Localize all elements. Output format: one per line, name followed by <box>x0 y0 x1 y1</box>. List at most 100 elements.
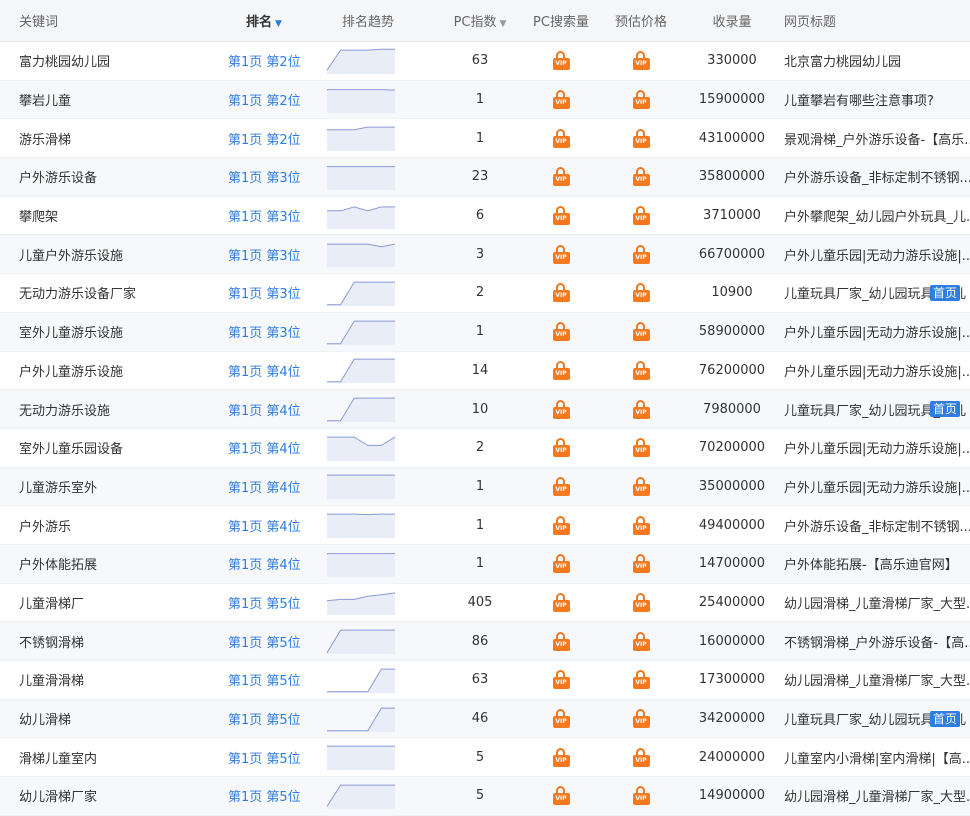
rank-link[interactable]: 第1页 第3位 <box>210 167 320 186</box>
vip-lock-icon[interactable]: VIP <box>632 747 650 767</box>
page-title-cell[interactable]: 儿童攀岩有哪些注意事项? <box>774 90 970 109</box>
vip-lock-icon[interactable]: VIP <box>552 515 570 535</box>
vip-label: VIP <box>552 406 570 419</box>
page-title-cell[interactable]: 户外儿童乐园|无动力游乐设施|... <box>774 361 970 380</box>
rank-link[interactable]: 第1页 第5位 <box>210 709 320 728</box>
page-title-cell[interactable]: 幼儿园滑梯_儿童滑梯厂家_大型... <box>774 593 970 612</box>
page-title-cell[interactable]: 幼儿园滑梯_儿童滑梯厂家_大型... <box>774 786 970 805</box>
vip-lock-icon[interactable]: VIP <box>632 244 650 264</box>
vip-label: VIP <box>552 251 570 264</box>
vip-lock-icon[interactable]: VIP <box>632 167 650 187</box>
vip-lock-icon[interactable]: VIP <box>552 167 570 187</box>
price-cell: VIP <box>592 592 690 612</box>
rank-link[interactable]: 第1页 第4位 <box>210 516 320 535</box>
page-title-cell[interactable]: 景观滑梯_户外游乐设备-【高乐... <box>774 129 970 148</box>
vip-lock-icon[interactable]: VIP <box>632 51 650 71</box>
page-title-cell[interactable]: 户外攀爬架_幼儿园户外玩具_儿... <box>774 206 970 225</box>
page-title-cell[interactable]: 儿童玩具厂家_幼儿园玩具_幼儿 首页 <box>774 709 970 728</box>
vip-lock-icon[interactable]: VIP <box>632 670 650 690</box>
rank-link[interactable]: 第1页 第5位 <box>210 670 320 689</box>
rank-link[interactable]: 第1页 第3位 <box>210 283 320 302</box>
vip-lock-icon[interactable]: VIP <box>552 592 570 612</box>
rank-link[interactable]: 第1页 第2位 <box>210 90 320 109</box>
price-cell: VIP <box>592 709 690 729</box>
page-title-text: 幼儿园滑梯_儿童滑梯厂家_大型... <box>784 596 970 612</box>
page-title-cell[interactable]: 户外游乐设备_非标定制不锈钢... <box>774 167 970 186</box>
header-keyword: 关键词 <box>19 15 59 30</box>
page-title-cell[interactable]: 北京富力桃园幼儿园 <box>774 51 970 70</box>
vip-lock-icon[interactable]: VIP <box>552 244 570 264</box>
vip-lock-icon[interactable]: VIP <box>632 322 650 342</box>
vip-lock-icon[interactable]: VIP <box>552 438 570 458</box>
rank-link[interactable]: 第1页 第5位 <box>210 593 320 612</box>
vip-label: VIP <box>632 329 650 342</box>
vip-lock-icon[interactable]: VIP <box>632 515 650 535</box>
vip-label: VIP <box>552 367 570 380</box>
vip-lock-icon[interactable]: VIP <box>552 786 570 806</box>
rank-link[interactable]: 第1页 第4位 <box>210 438 320 457</box>
vip-lock-icon[interactable]: VIP <box>552 631 570 651</box>
rank-link[interactable]: 第1页 第5位 <box>210 748 320 767</box>
vip-lock-icon[interactable]: VIP <box>632 128 650 148</box>
header-pc-index-sort[interactable]: PC指数 ▼ <box>430 11 530 30</box>
rank-link[interactable]: 第1页 第5位 <box>210 786 320 805</box>
page-title-cell[interactable]: 户外游乐设备_非标定制不锈钢... <box>774 516 970 535</box>
vip-lock-icon[interactable]: VIP <box>632 631 650 651</box>
vip-lock-icon[interactable]: VIP <box>632 206 650 226</box>
page-title-cell[interactable]: 户外儿童乐园|无动力游乐设施|... <box>774 477 970 496</box>
page-title-cell[interactable]: 幼儿园滑梯_儿童滑梯厂家_大型... <box>774 670 970 689</box>
vip-lock-icon[interactable]: VIP <box>552 399 570 419</box>
vip-lock-icon[interactable]: VIP <box>552 709 570 729</box>
vip-lock-icon[interactable]: VIP <box>552 476 570 496</box>
vip-lock-icon[interactable]: VIP <box>552 670 570 690</box>
vip-lock-icon[interactable]: VIP <box>552 283 570 303</box>
vip-lock-icon[interactable]: VIP <box>552 360 570 380</box>
rank-trend-sparkline <box>326 592 396 616</box>
vip-lock-icon[interactable]: VIP <box>632 399 650 419</box>
rank-link[interactable]: 第1页 第3位 <box>210 206 320 225</box>
price-cell: VIP <box>592 283 690 303</box>
rank-link[interactable]: 第1页 第3位 <box>210 245 320 264</box>
vip-lock-icon[interactable]: VIP <box>552 51 570 71</box>
rank-link[interactable]: 第1页 第3位 <box>210 322 320 341</box>
rank-link[interactable]: 第1页 第2位 <box>210 51 320 70</box>
vip-lock-icon[interactable]: VIP <box>632 592 650 612</box>
vip-lock-icon[interactable]: VIP <box>552 206 570 226</box>
vip-lock-icon[interactable]: VIP <box>632 90 650 110</box>
vip-lock-icon[interactable]: VIP <box>632 360 650 380</box>
page-title-cell[interactable]: 儿童室内小滑梯|室内滑梯|【高... <box>774 748 970 767</box>
trend-cell <box>320 86 430 114</box>
page-title-cell[interactable]: 户外体能拓展-【高乐迪官网】 <box>774 554 970 573</box>
vip-lock-icon[interactable]: VIP <box>632 283 650 303</box>
vip-lock-icon[interactable]: VIP <box>552 747 570 767</box>
header-rank-sort[interactable]: 排名 ▼ <box>210 11 320 30</box>
rank-link[interactable]: 第1页 第5位 <box>210 632 320 651</box>
vip-lock-icon[interactable]: VIP <box>632 438 650 458</box>
vip-lock-icon[interactable]: VIP <box>552 554 570 574</box>
vip-lock-icon[interactable]: VIP <box>552 128 570 148</box>
price-cell: VIP <box>592 322 690 342</box>
vip-lock-icon[interactable]: VIP <box>552 322 570 342</box>
trend-cell <box>320 627 430 655</box>
pc-index-cell: 405 <box>467 594 493 610</box>
rank-link[interactable]: 第1页 第4位 <box>210 400 320 419</box>
price-cell: VIP <box>592 438 690 458</box>
vip-lock-icon[interactable]: VIP <box>552 90 570 110</box>
rank-link[interactable]: 第1页 第4位 <box>210 361 320 380</box>
page-title-cell[interactable]: 儿童玩具厂家_幼儿园玩具_幼儿 首页 <box>774 400 970 419</box>
rank-link[interactable]: 第1页 第2位 <box>210 129 320 148</box>
page-title-cell[interactable]: 不锈钢滑梯_户外游乐设备-【高... <box>774 632 970 651</box>
vip-lock-icon[interactable]: VIP <box>632 786 650 806</box>
vip-lock-icon[interactable]: VIP <box>632 554 650 574</box>
page-title-cell[interactable]: 户外儿童乐园|无动力游乐设施|... <box>774 245 970 264</box>
page-title-cell[interactable]: 户外儿童乐园|无动力游乐设施|... <box>774 438 970 457</box>
vip-lock-icon[interactable]: VIP <box>632 476 650 496</box>
price-cell: VIP <box>592 747 690 767</box>
vip-label: VIP <box>632 483 650 496</box>
rank-link[interactable]: 第1页 第4位 <box>210 477 320 496</box>
vip-lock-icon[interactable]: VIP <box>632 709 650 729</box>
page-title-cell[interactable]: 儿童玩具厂家_幼儿园玩具_幼儿 首页 <box>774 283 970 302</box>
page-title-cell[interactable]: 户外儿童乐园|无动力游乐设施|... <box>774 322 970 341</box>
rank-link[interactable]: 第1页 第4位 <box>210 554 320 573</box>
price-cell: VIP <box>592 631 690 651</box>
